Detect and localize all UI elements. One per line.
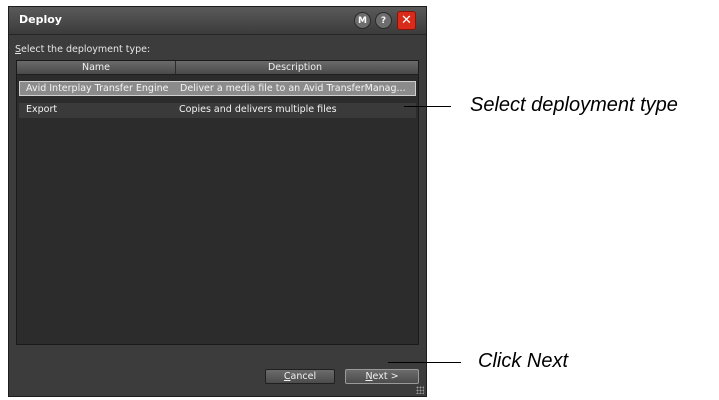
column-header-name[interactable]: Name — [17, 61, 176, 74]
row-name: Export — [26, 104, 58, 115]
next-button[interactable]: Next > — [345, 369, 419, 384]
close-icon: ✕ — [401, 13, 412, 28]
m-button[interactable]: M — [354, 12, 371, 29]
close-button[interactable]: ✕ — [397, 11, 416, 30]
resize-grip-icon[interactable] — [416, 386, 424, 394]
list-row[interactable]: Export Copies and delivers multiple file… — [19, 103, 416, 118]
row-description: Copies and delivers multiple files — [179, 104, 337, 115]
list-row-selected[interactable]: Avid Interplay Transfer Engine Deliver a… — [19, 81, 416, 96]
deploy-dialog: Deploy M ? ✕ Select the deployment type:… — [8, 6, 427, 397]
column-header-description[interactable]: Description — [176, 61, 414, 74]
row-description: Deliver a media file to an Avid Transfer… — [180, 83, 406, 94]
dialog-title: Deploy — [19, 13, 62, 26]
callout-select-deployment-type: Select deployment type — [470, 94, 678, 116]
cancel-mnemonic: C — [283, 371, 291, 382]
callout-line-next — [388, 362, 461, 363]
prompt-text: elect the deployment type: — [21, 44, 151, 55]
deployment-type-prompt: Select the deployment type: — [15, 44, 150, 55]
title-bar[interactable]: Deploy M ? ✕ — [9, 7, 426, 35]
list-header: Name Description — [17, 61, 418, 75]
row-name: Avid Interplay Transfer Engine — [26, 83, 169, 94]
next-mnemonic: N — [365, 371, 373, 382]
help-button[interactable]: ? — [375, 12, 392, 29]
cancel-label: ancel — [290, 371, 317, 382]
callout-click-next: Click Next — [478, 350, 569, 372]
deployment-type-list[interactable]: Name Description Avid Interplay Transfer… — [16, 60, 419, 345]
cancel-button[interactable]: Cancel — [265, 369, 335, 384]
callout-line-select — [404, 106, 451, 107]
next-label: ext > — [372, 371, 399, 382]
